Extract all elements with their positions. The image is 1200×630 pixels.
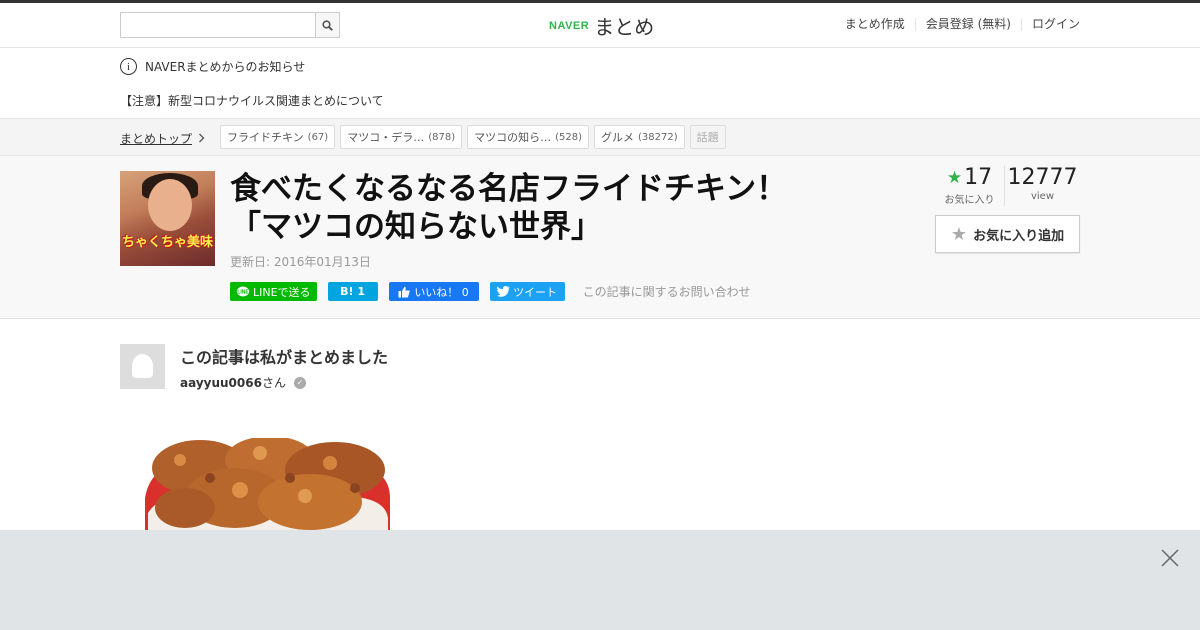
tag-label: マツコの知ら… — [474, 131, 552, 144]
author-suffix: さん — [261, 376, 286, 390]
favorites-count: 17 — [964, 165, 993, 190]
favorites-label: お気に入り — [944, 195, 995, 206]
tag-topic[interactable]: 話題 — [689, 125, 726, 149]
views-label: view — [1030, 191, 1055, 202]
tweet-button[interactable]: ツイート — [489, 282, 565, 301]
nav-login-link[interactable]: ログイン — [1020, 18, 1080, 31]
logo-brand: NAVER — [549, 19, 590, 32]
views-stat: 12777 view — [1005, 166, 1080, 206]
verified-check-icon: ✓ — [293, 376, 306, 389]
site-header: NAVER まとめ まとめ作成 会員登録 (無料) ログイン — [0, 3, 1200, 48]
avatar[interactable] — [120, 344, 165, 389]
facebook-like-label: いいね！ 0 — [414, 285, 469, 299]
author-name-row: aayyuu0066 さん ✓ — [180, 374, 306, 391]
nav-register-link[interactable]: 会員登録 (無料) — [914, 18, 1021, 31]
tag-label: フライドチキン — [227, 131, 304, 144]
favorites-stat: ★ 17 お気に入り — [935, 166, 1005, 206]
chevron-right-icon — [198, 132, 205, 146]
star-outline-icon: ★ — [950, 223, 968, 245]
bottom-ad-banner — [0, 530, 1200, 630]
thumb-face — [148, 179, 192, 231]
breadcrumb: まとめトップ フライドチキン (67) マツコ・デラ… (878) マツコの知ら…(… — [0, 118, 1200, 156]
tag-item[interactable]: フライドチキン (67) — [220, 125, 336, 149]
header-nav: まとめ作成 会員登録 (無料) ログイン — [835, 18, 1080, 31]
article-header: ちゃくちゃ美味 食べたくなるなる名店フライドチキン！ 「マツコの知らない世界」 … — [0, 156, 1200, 319]
notice-item-link[interactable]: 【注意】新型コロナウイルス関連まとめについて — [120, 92, 384, 109]
search-input[interactable] — [120, 12, 315, 38]
search-button[interactable] — [315, 12, 340, 38]
info-icon: i — [120, 58, 137, 75]
svg-text:LINE: LINE — [237, 289, 249, 295]
site-logo[interactable]: NAVER まとめ — [549, 11, 654, 40]
star-icon: ★ — [946, 168, 963, 188]
notice-title: NAVERまとめからのお知らせ — [145, 60, 306, 74]
author-heading: この記事は私がまとめました — [180, 348, 389, 367]
nav-create-link[interactable]: まとめ作成 — [835, 18, 915, 31]
line-icon: LINE — [236, 286, 249, 296]
logo-product: まとめ — [594, 15, 655, 39]
facebook-like-button[interactable]: いいね！ 0 — [388, 282, 479, 301]
fried-chicken-image — [140, 438, 395, 538]
tag-count: (528) — [555, 131, 582, 143]
notice-area: i NAVERまとめからのお知らせ 【注意】新型コロナウイルス関連まとめについて — [0, 48, 1200, 118]
thumbs-up-icon — [398, 286, 410, 297]
close-icon[interactable] — [1160, 548, 1180, 568]
author-name-link[interactable]: aayyuu0066 — [180, 376, 262, 390]
article-title: 食べたくなるなる名店フライドチキン！ 「マツコの知らない世界」 — [230, 171, 819, 245]
hatena-bookmark-button[interactable]: B! 1 — [327, 282, 378, 301]
breadcrumb-top-link[interactable]: まとめトップ — [120, 130, 205, 147]
hatena-label: B! 1 — [340, 285, 365, 298]
tag-count: (878) — [428, 131, 456, 143]
notice-title-row: i NAVERまとめからのお知らせ — [120, 58, 305, 75]
tag-label: グルメ — [600, 131, 634, 144]
breadcrumb-top-label: まとめトップ — [120, 132, 193, 146]
updated-date: 更新日: 2016年01月13日 — [230, 255, 371, 269]
add-favorite-button[interactable]: ★ お気に入り追加 — [935, 215, 1080, 253]
line-share-label: LINEで送る — [253, 285, 311, 299]
default-user-icon — [132, 354, 153, 378]
tag-list: フライドチキン (67) マツコ・デラ… (878) マツコの知ら… (528) グル… — [220, 125, 731, 149]
article-stats: ★ 17 お気に入り 12777 view — [935, 166, 1080, 206]
tag-item[interactable]: マツコの知ら… (528) — [467, 125, 589, 149]
tag-item[interactable]: マツコ・デラ… (878) — [340, 125, 463, 149]
tweet-label: ツイート — [513, 285, 558, 299]
search-icon — [322, 19, 333, 31]
line-share-button[interactable]: LINE LINEで送る — [230, 282, 317, 301]
inquiry-link[interactable]: この記事に関するお問い合わせ — [583, 283, 751, 300]
article-thumbnail: ちゃくちゃ美味 — [120, 171, 215, 266]
twitter-bird-icon — [497, 286, 510, 297]
tag-count: (67) — [307, 131, 329, 143]
views-count: 12777 — [1007, 165, 1078, 190]
share-buttons: LINE LINEで送る B! 1 いいね！ 0 ツイート この記事に関するお問… — [230, 282, 751, 301]
tag-item[interactable]: グルメ (38272) — [593, 125, 685, 149]
search-box — [120, 12, 340, 38]
thumb-caption: ちゃくちゃ美味 — [122, 235, 214, 250]
tag-count: (38272) — [637, 131, 678, 143]
tag-label: マツコ・デラ… — [347, 131, 425, 144]
add-favorite-label: お気に入り追加 — [973, 228, 1065, 244]
